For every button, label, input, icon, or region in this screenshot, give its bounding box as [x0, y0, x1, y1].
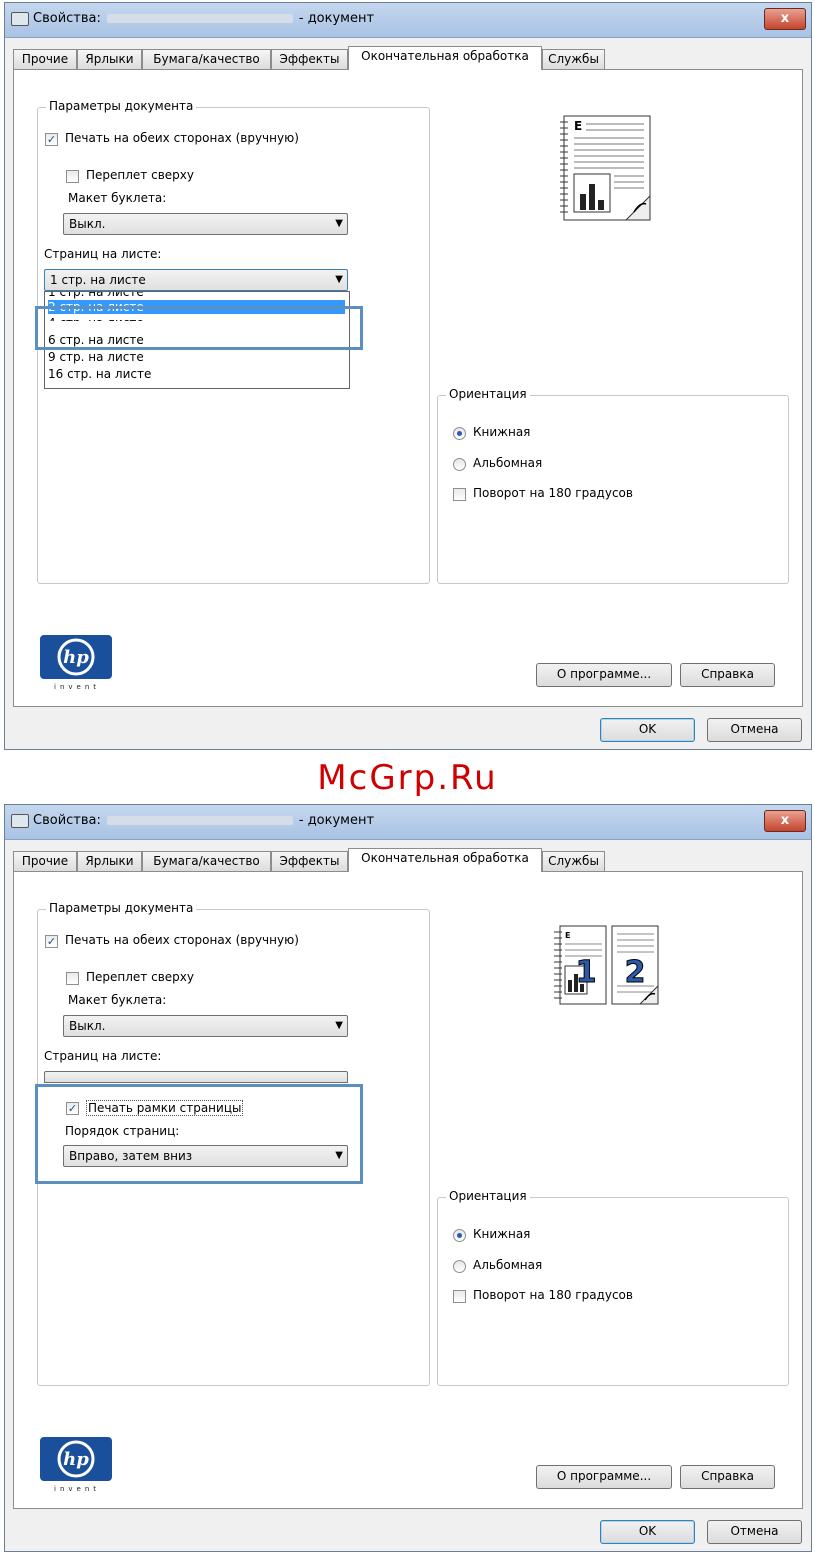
ok-button[interactable]: OK — [600, 718, 695, 742]
page-preview-image: E 1 2 — [554, 925, 659, 1005]
printer-icon — [11, 12, 29, 26]
binding-top-checkbox[interactable] — [66, 170, 79, 183]
binding-top-checkbox[interactable] — [66, 972, 79, 985]
binding-top-label: Переплет сверху — [86, 970, 194, 984]
svg-text:E: E — [574, 119, 582, 133]
hp-invent-text: invent — [54, 683, 101, 691]
pages-per-sheet-select[interactable]: 1 стр. на листе ▼ — [44, 269, 348, 291]
binding-top-label: Переплет сверху — [86, 168, 194, 182]
duplex-label: Печать на обеих сторонах (вручную) — [65, 933, 299, 947]
chevron-down-icon: ▼ — [335, 1020, 343, 1031]
tab-other[interactable]: Прочие — [13, 851, 77, 871]
svg-text:E: E — [565, 931, 570, 940]
title-prefix: Свойства: — [33, 813, 101, 828]
pages-per-sheet-label: Страниц на листе: — [44, 1049, 162, 1063]
svg-text:hp: hp — [63, 1449, 89, 1470]
tab-paper-quality[interactable]: Бумага/качество — [142, 49, 271, 69]
hp-logo: hp — [40, 635, 112, 679]
landscape-radio[interactable] — [453, 458, 466, 471]
tab-services[interactable]: Службы — [542, 851, 605, 871]
duplex-checkbox[interactable]: ✓ — [45, 935, 58, 948]
hp-logo: hp — [40, 1437, 112, 1481]
tab-finishing[interactable]: Окончательная обработка — [348, 848, 542, 872]
printer-name-blurred — [106, 14, 293, 23]
page-preview-image: E — [560, 115, 651, 221]
tab-effects[interactable]: Эффекты — [271, 49, 348, 69]
document-options-label: Параметры документа — [46, 901, 197, 915]
duplex-checkbox[interactable]: ✓ — [45, 133, 58, 146]
tab-other[interactable]: Прочие — [13, 49, 77, 69]
rotate-180-label: Поворот на 180 градусов — [473, 486, 633, 500]
title-suffix: - документ — [298, 11, 375, 26]
tab-shortcuts[interactable]: Ярлыки — [77, 49, 142, 69]
close-button[interactable]: x — [764, 8, 806, 30]
document-options-label: Параметры документа — [46, 99, 197, 113]
preview-page-number-2: 2 — [625, 955, 646, 990]
hp-invent-text: invent — [54, 1485, 101, 1493]
landscape-label: Альбомная — [473, 1258, 543, 1272]
rotate-180-checkbox[interactable] — [453, 1290, 466, 1303]
dropdown-item[interactable]: 9 стр. на листе — [48, 350, 144, 364]
portrait-radio[interactable] — [453, 1229, 466, 1242]
dropdown-item[interactable]: 16 стр. на листе — [48, 367, 151, 381]
booklet-label: Макет буклета: — [68, 993, 167, 1007]
portrait-radio[interactable] — [453, 427, 466, 440]
printer-icon — [11, 814, 29, 828]
printer-properties-dialog: Свойства: - документ x Прочие Ярлыки Бума… — [4, 804, 812, 1552]
window-title: Свойства: - документ — [33, 11, 374, 26]
pages-per-sheet-select[interactable] — [44, 1071, 348, 1083]
finishing-tab-page: Параметры документа ✓ Печать на обеих ст… — [13, 69, 803, 707]
portrait-label: Книжная — [473, 425, 531, 439]
cancel-button[interactable]: Отмена — [707, 1520, 802, 1544]
orientation-label: Ориентация — [446, 1189, 530, 1203]
tab-finishing[interactable]: Окончательная обработка — [348, 46, 542, 70]
help-button[interactable]: Справка — [680, 1465, 775, 1489]
tab-paper-quality[interactable]: Бумага/качество — [142, 851, 271, 871]
booklet-label: Макет буклета: — [68, 191, 167, 205]
title-suffix: - документ — [298, 813, 375, 828]
help-button[interactable]: Справка — [680, 663, 775, 687]
tab-effects[interactable]: Эффекты — [271, 851, 348, 871]
close-button[interactable]: x — [764, 810, 806, 832]
printer-name-blurred — [106, 816, 293, 825]
landscape-label: Альбомная — [473, 456, 543, 470]
cancel-button[interactable]: Отмена — [707, 718, 802, 742]
title-bar: Свойства: - документ x — [5, 805, 811, 840]
about-button[interactable]: О программе... — [536, 1465, 672, 1489]
pages-per-sheet-value: 1 стр. на листе — [50, 273, 146, 287]
watermark: McGrp.Ru — [317, 758, 498, 798]
highlight-frame — [35, 306, 363, 350]
booklet-value: Выкл. — [69, 217, 106, 231]
preview-page-number-1: 1 — [576, 955, 597, 990]
rotate-180-checkbox[interactable] — [453, 488, 466, 501]
orientation-label: Ориентация — [446, 387, 530, 401]
highlight-frame — [35, 1084, 363, 1184]
duplex-label: Печать на обеих сторонах (вручную) — [65, 131, 299, 145]
window-title: Свойства: - документ — [33, 813, 374, 828]
booklet-select[interactable]: Выкл. ▼ — [63, 1015, 348, 1037]
landscape-radio[interactable] — [453, 1260, 466, 1273]
chevron-down-icon: ▼ — [335, 274, 343, 285]
about-button[interactable]: О программе... — [536, 663, 672, 687]
rotate-180-label: Поворот на 180 градусов — [473, 1288, 633, 1302]
pages-per-sheet-label: Страниц на листе: — [44, 247, 162, 261]
title-bar: Свойства: - документ x — [5, 3, 811, 38]
svg-text:hp: hp — [63, 647, 89, 668]
dropdown-item[interactable]: 1 стр. на листе — [48, 292, 144, 299]
portrait-label: Книжная — [473, 1227, 531, 1241]
chevron-down-icon: ▼ — [335, 218, 343, 229]
tab-services[interactable]: Службы — [542, 49, 605, 69]
booklet-select[interactable]: Выкл. ▼ — [63, 213, 348, 235]
ok-button[interactable]: OK — [600, 1520, 695, 1544]
title-prefix: Свойства: — [33, 11, 101, 26]
printer-properties-dialog: Свойства: - документ x Прочие Ярлыки Бума… — [4, 2, 812, 750]
tab-shortcuts[interactable]: Ярлыки — [77, 851, 142, 871]
booklet-value: Выкл. — [69, 1019, 106, 1033]
finishing-tab-page: Параметры документа ✓ Печать на обеих ст… — [13, 871, 803, 1509]
